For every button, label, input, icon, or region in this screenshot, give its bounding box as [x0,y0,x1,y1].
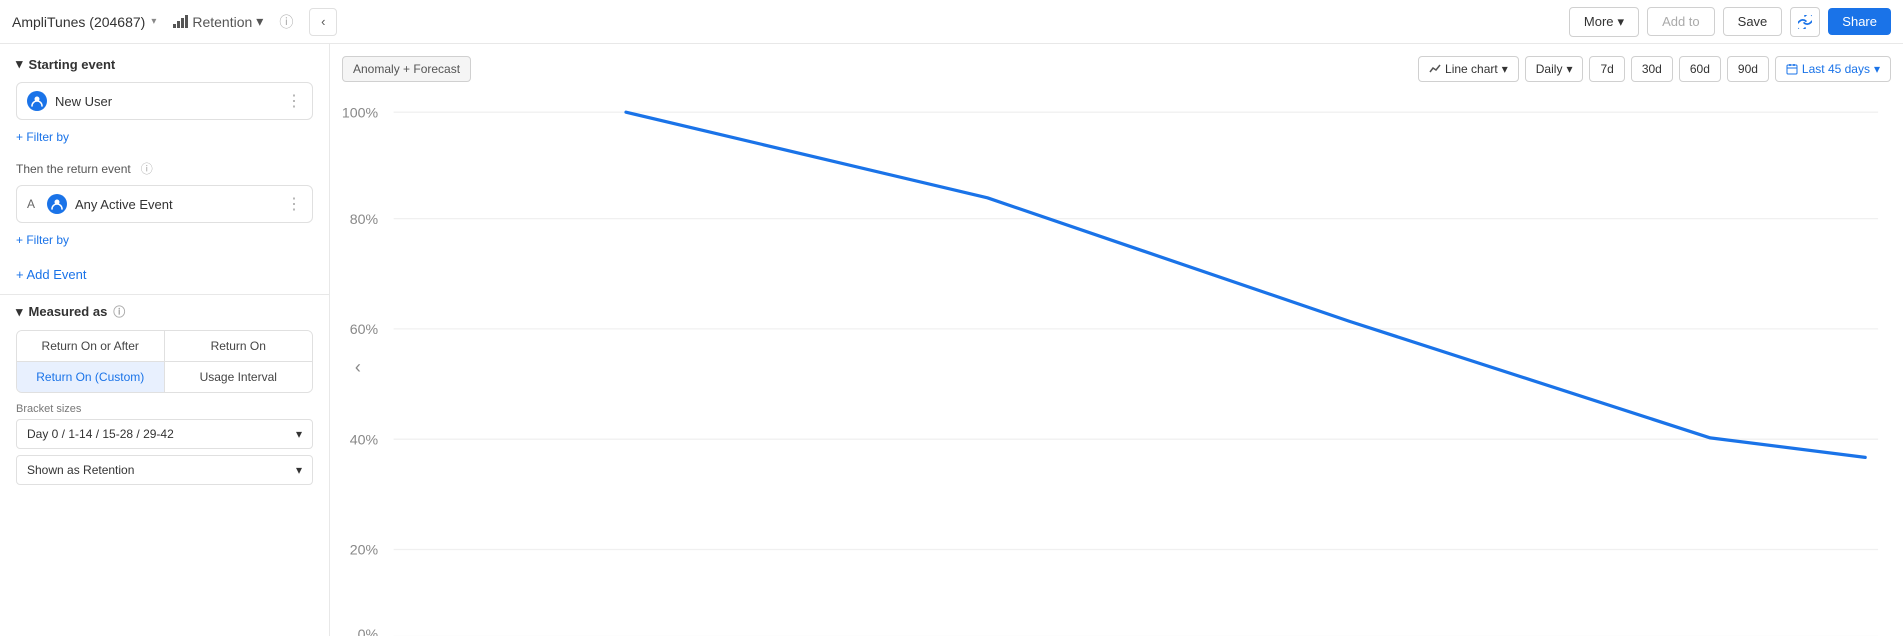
main-layout: ▾ Starting event New User ⋮ + Filter by … [0,44,1903,636]
retention-icon [172,14,188,30]
topbar: AmpliTunes (204687) ▾ Retention ▾ ⓘ ‹ Mo… [0,0,1903,44]
return-event-header: Then the return event ⓘ [16,160,313,177]
tab-usage-interval[interactable]: Usage Interval [165,362,313,392]
active-event-badge [47,194,67,214]
measured-as-header[interactable]: ▾ Measured as ⓘ [16,303,313,320]
measured-chevron: ▾ [16,304,23,320]
svg-text:0%: 0% [358,627,379,636]
starting-event-chevron: ▾ [16,56,23,72]
retention-chart: 100% 80% 60% 40% 20% 0% Day 0 Day 1-14 D… [342,94,1891,636]
tab-return-on-custom[interactable]: Return On (Custom) [17,362,165,392]
bracket-sizes-select[interactable]: Day 0 / 1-14 / 15-28 / 29-42 ▾ [16,419,313,449]
right-panel: Anomaly + Forecast Line chart ▾ Daily ▾ … [330,44,1903,636]
link-button[interactable] [1790,7,1820,37]
filter-by-2[interactable]: + Filter by [16,229,313,251]
chart-type-chevron: ▾ [1502,62,1508,76]
anomaly-forecast-button[interactable]: Anomaly + Forecast [342,56,471,82]
chart-container: 100% 80% 60% 40% 20% 0% Day 0 Day 1-14 D… [342,94,1891,636]
app-chevron: ▾ [151,16,156,27]
left-panel: ▾ Starting event New User ⋮ + Filter by … [0,44,330,636]
any-active-event-label: Any Active Event [75,197,173,212]
starting-event-header[interactable]: ▾ Starting event [16,56,313,72]
line-chart-icon [1429,63,1441,75]
date-range-selector[interactable]: Last 45 days ▾ [1775,56,1891,82]
event-card-left-2: A Any Active Event [27,194,173,214]
period-7d-button[interactable]: 7d [1589,56,1624,82]
report-type-selector[interactable]: Retention ▾ [172,13,263,30]
shown-as-chevron: ▾ [296,463,302,477]
return-event-info[interactable]: ⓘ [141,160,153,177]
starting-event-section: ▾ Starting event New User ⋮ + Filter by [0,56,329,160]
svg-text:‹: ‹ [355,357,361,377]
add-event-button[interactable]: + Add Event [0,263,329,286]
collapse-panel-button[interactable]: ‹ [309,8,337,36]
share-button[interactable]: Share [1828,8,1891,35]
svg-text:20%: 20% [350,543,379,559]
svg-text:80%: 80% [350,212,379,228]
new-user-event-card: New User ⋮ [16,82,313,120]
measured-as-label: Measured as [29,304,108,319]
return-event-label: Then the return event [16,162,131,176]
chart-type-selector[interactable]: Line chart ▾ [1418,56,1519,82]
topbar-left: AmpliTunes (204687) ▾ Retention ▾ ⓘ ‹ [12,8,337,36]
bracket-chevron: ▾ [296,427,302,441]
app-selector[interactable]: AmpliTunes (204687) ▾ [12,14,156,30]
calendar-icon [1786,63,1798,75]
period-60d-button[interactable]: 60d [1679,56,1721,82]
new-user-badge [27,91,47,111]
user-icon [31,95,43,107]
event-card-left: New User [27,91,112,111]
filter-by-1[interactable]: + Filter by [16,126,313,148]
report-name: Retention [192,14,252,30]
starting-event-label: Starting event [29,57,116,72]
event-menu-dots-2[interactable]: ⋮ [286,194,302,214]
event-row-a-label: A [27,197,35,211]
measured-as-section: ▾ Measured as ⓘ Return On or After Retur… [0,303,329,503]
new-user-label: New User [55,94,112,109]
chart-toolbar-right: Line chart ▾ Daily ▾ 7d 30d 60d 90d [1418,56,1891,82]
return-event-section: Then the return event ⓘ A Any Active Eve… [0,160,329,263]
svg-text:100%: 100% [342,105,378,121]
shown-as-select[interactable]: Shown as Retention ▾ [16,455,313,485]
svg-text:40%: 40% [350,432,379,448]
tab-return-on[interactable]: Return On [165,331,313,362]
period-30d-button[interactable]: 30d [1631,56,1673,82]
measured-info-icon[interactable]: ⓘ [113,303,125,320]
period-90d-button[interactable]: 90d [1727,56,1769,82]
topbar-right: More ▾ Add to Save Share [1569,7,1891,37]
period-daily-selector[interactable]: Daily ▾ [1525,56,1584,82]
divider [0,294,329,295]
link-icon [1798,15,1812,29]
app-name: AmpliTunes (204687) [12,14,145,30]
add-to-button[interactable]: Add to [1647,7,1715,36]
chart-toolbar-left: Anomaly + Forecast [342,56,471,82]
measured-as-tabs: Return On or After Return On Return On (… [16,330,313,393]
svg-text:60%: 60% [350,322,379,338]
period-chevron: ▾ [1566,62,1572,76]
active-event-icon [51,198,63,210]
info-icon[interactable]: ⓘ [279,12,293,32]
tab-return-on-or-after[interactable]: Return On or After [17,331,165,362]
report-chevron: ▾ [256,13,263,30]
date-range-chevron: ▾ [1874,62,1880,76]
save-button[interactable]: Save [1723,7,1783,36]
more-chevron: ▾ [1618,14,1625,30]
bracket-sizes-label: Bracket sizes [16,403,313,415]
event-menu-dots[interactable]: ⋮ [286,91,302,111]
any-active-event-card: A Any Active Event ⋮ [16,185,313,223]
more-button[interactable]: More ▾ [1569,7,1639,37]
chart-toolbar: Anomaly + Forecast Line chart ▾ Daily ▾ … [342,56,1891,82]
